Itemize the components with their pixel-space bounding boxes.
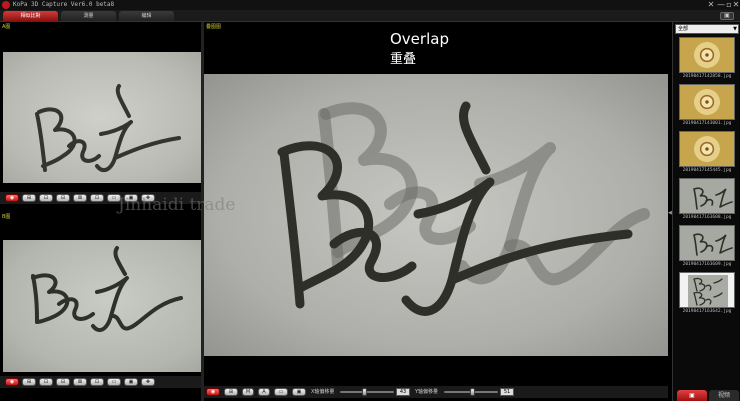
panel-b-image[interactable] <box>3 240 201 372</box>
overlap-panel-label: 叠图图 <box>206 24 222 30</box>
thumbnail-image[interactable] <box>679 225 735 261</box>
overlap-panel: 叠图图 <box>204 22 668 384</box>
x-offset-knob[interactable] <box>362 388 367 396</box>
tab-measure[interactable]: 測量 <box>61 11 116 21</box>
thumbnail-caption: 20190417145445.jpg <box>682 168 732 173</box>
thumbnail-image[interactable] <box>679 178 735 214</box>
camera-icon[interactable]: ▣ <box>720 12 734 20</box>
tab-bar: 相似比對 測量 编辑 ▣ <box>0 10 740 22</box>
thumbnail-image[interactable] <box>679 131 735 167</box>
thumbnail-caption: 20190417143001.jpg <box>682 121 732 126</box>
panel-a: A图 <box>0 22 201 193</box>
panel-b-open-button[interactable]: ▭ <box>107 378 121 386</box>
thumbnail-item[interactable]: 20190417142858.jpg <box>679 37 735 80</box>
x-offset-value[interactable]: 43 <box>396 388 410 396</box>
thumbnail-item[interactable]: 20190417145445.jpg <box>679 131 735 174</box>
panel-a-rotate-button[interactable]: ⊡ <box>90 194 104 202</box>
video-tab[interactable]: 视频 <box>709 390 739 401</box>
thumbnail-signature <box>693 233 733 256</box>
thumbnail-signature <box>688 275 728 307</box>
x-offset-label: X轴偏移量 <box>311 389 335 395</box>
overlap-toolbar: ◉ ⊞ M A ▭ ▣ X轴偏移量 43 Y轴偏移量 51 <box>204 386 668 398</box>
thumbnail-item[interactable]: 20190417143001.jpg <box>679 84 735 127</box>
thumbnail-image[interactable] <box>679 84 735 120</box>
panel-a-zoom-out-button[interactable]: ⊟ <box>56 194 70 202</box>
overlap-subtitle: 重叠 <box>390 52 417 67</box>
panel-b-video-button[interactable]: ▣ <box>124 378 138 386</box>
panel-a-zoom-in-button[interactable]: ⊡ <box>39 194 53 202</box>
signature-b <box>31 246 183 333</box>
thumbnail-image[interactable] <box>679 37 735 73</box>
overlap-title: Overlap <box>390 30 449 48</box>
thumbnail-item[interactable]: 20190417163609.jpg <box>679 225 735 268</box>
panel-b-crop-button[interactable]: ⊠ <box>73 378 87 386</box>
thumbnail-caption: 20190417163609.jpg <box>682 262 732 267</box>
panel-b-capture-button[interactable]: ◉ <box>5 378 19 386</box>
overlap-mode-m-button[interactable]: M <box>242 388 254 396</box>
panel-a-label: A图 <box>2 24 11 30</box>
thumbnail-caption: 20190417163608.jpg <box>682 215 732 220</box>
panel-b: B图 <box>0 212 201 372</box>
panel-b-zoom-in-button[interactable]: ⊡ <box>39 378 53 386</box>
thumbnail-item[interactable]: 20190417163642.jpg <box>679 272 735 315</box>
overlap-capture-button[interactable]: ◉ <box>206 388 220 396</box>
overlap-image[interactable] <box>204 74 668 356</box>
app-logo-icon <box>2 1 10 9</box>
overlap-open-button[interactable]: ▭ <box>274 388 288 396</box>
panel-b-add-button[interactable]: ✚ <box>141 378 155 386</box>
thumbnail-caption: 20190417142858.jpg <box>682 74 732 79</box>
thumbnail-sidebar: 全部 ▼ 20190417142858.jpg 20190417143001.j… <box>672 22 740 401</box>
thumbnail-image[interactable] <box>679 272 735 308</box>
panel-a-fit-button[interactable]: ⊞ <box>22 194 36 202</box>
panel-a-image[interactable] <box>3 52 201 183</box>
watermark-text: Jinhaidi trade <box>118 195 236 215</box>
thumbnail-signature <box>693 187 733 210</box>
thumbnail-caption: 20190417163642.jpg <box>682 309 732 314</box>
y-offset-value[interactable]: 51 <box>500 388 514 396</box>
thumbnail-item[interactable]: 20190417163608.jpg <box>679 178 735 221</box>
panel-b-fit-button[interactable]: ⊞ <box>22 378 36 386</box>
panel-b-toolbar: ◉ ⊞ ⊡ ⊟ ⊠ ⊡ ▭ ▣ ✚ <box>0 376 201 388</box>
panel-a-capture-button[interactable]: ◉ <box>5 194 19 202</box>
pin-icon[interactable]: ✕ <box>706 0 716 10</box>
app-title: KoPa 3D Capture Ver6.0 beta8 <box>13 1 115 8</box>
overlap-fit-button[interactable]: ⊞ <box>224 388 238 396</box>
panel-b-label: B图 <box>2 214 11 220</box>
signature-a <box>35 84 181 173</box>
close-button[interactable]: ✕ <box>731 0 740 10</box>
overlap-mode-a-button[interactable]: A <box>258 388 270 396</box>
overlap-save-button[interactable]: ▣ <box>292 388 306 396</box>
panel-a-crop-button[interactable]: ⊠ <box>73 194 87 202</box>
file-filter-value: 全部 <box>678 26 689 32</box>
overlapped-signatures <box>277 101 650 316</box>
tab-edit[interactable]: 编辑 <box>119 11 174 21</box>
x-offset-slider[interactable] <box>340 391 394 393</box>
y-offset-label: Y轴偏移量 <box>415 389 439 395</box>
panel-b-rotate-button[interactable]: ⊡ <box>90 378 104 386</box>
y-offset-knob[interactable] <box>470 388 475 396</box>
chevron-down-icon: ▼ <box>733 26 737 32</box>
tab-similarity-compare[interactable]: 相似比對 <box>3 11 58 21</box>
photo-tab[interactable]: ▣ <box>677 390 707 401</box>
title-bar: KoPa 3D Capture Ver6.0 beta8 ✕ — ▫ ✕ <box>0 0 740 10</box>
file-filter-select[interactable]: 全部 ▼ <box>675 24 739 34</box>
panel-b-zoom-out-button[interactable]: ⊟ <box>56 378 70 386</box>
